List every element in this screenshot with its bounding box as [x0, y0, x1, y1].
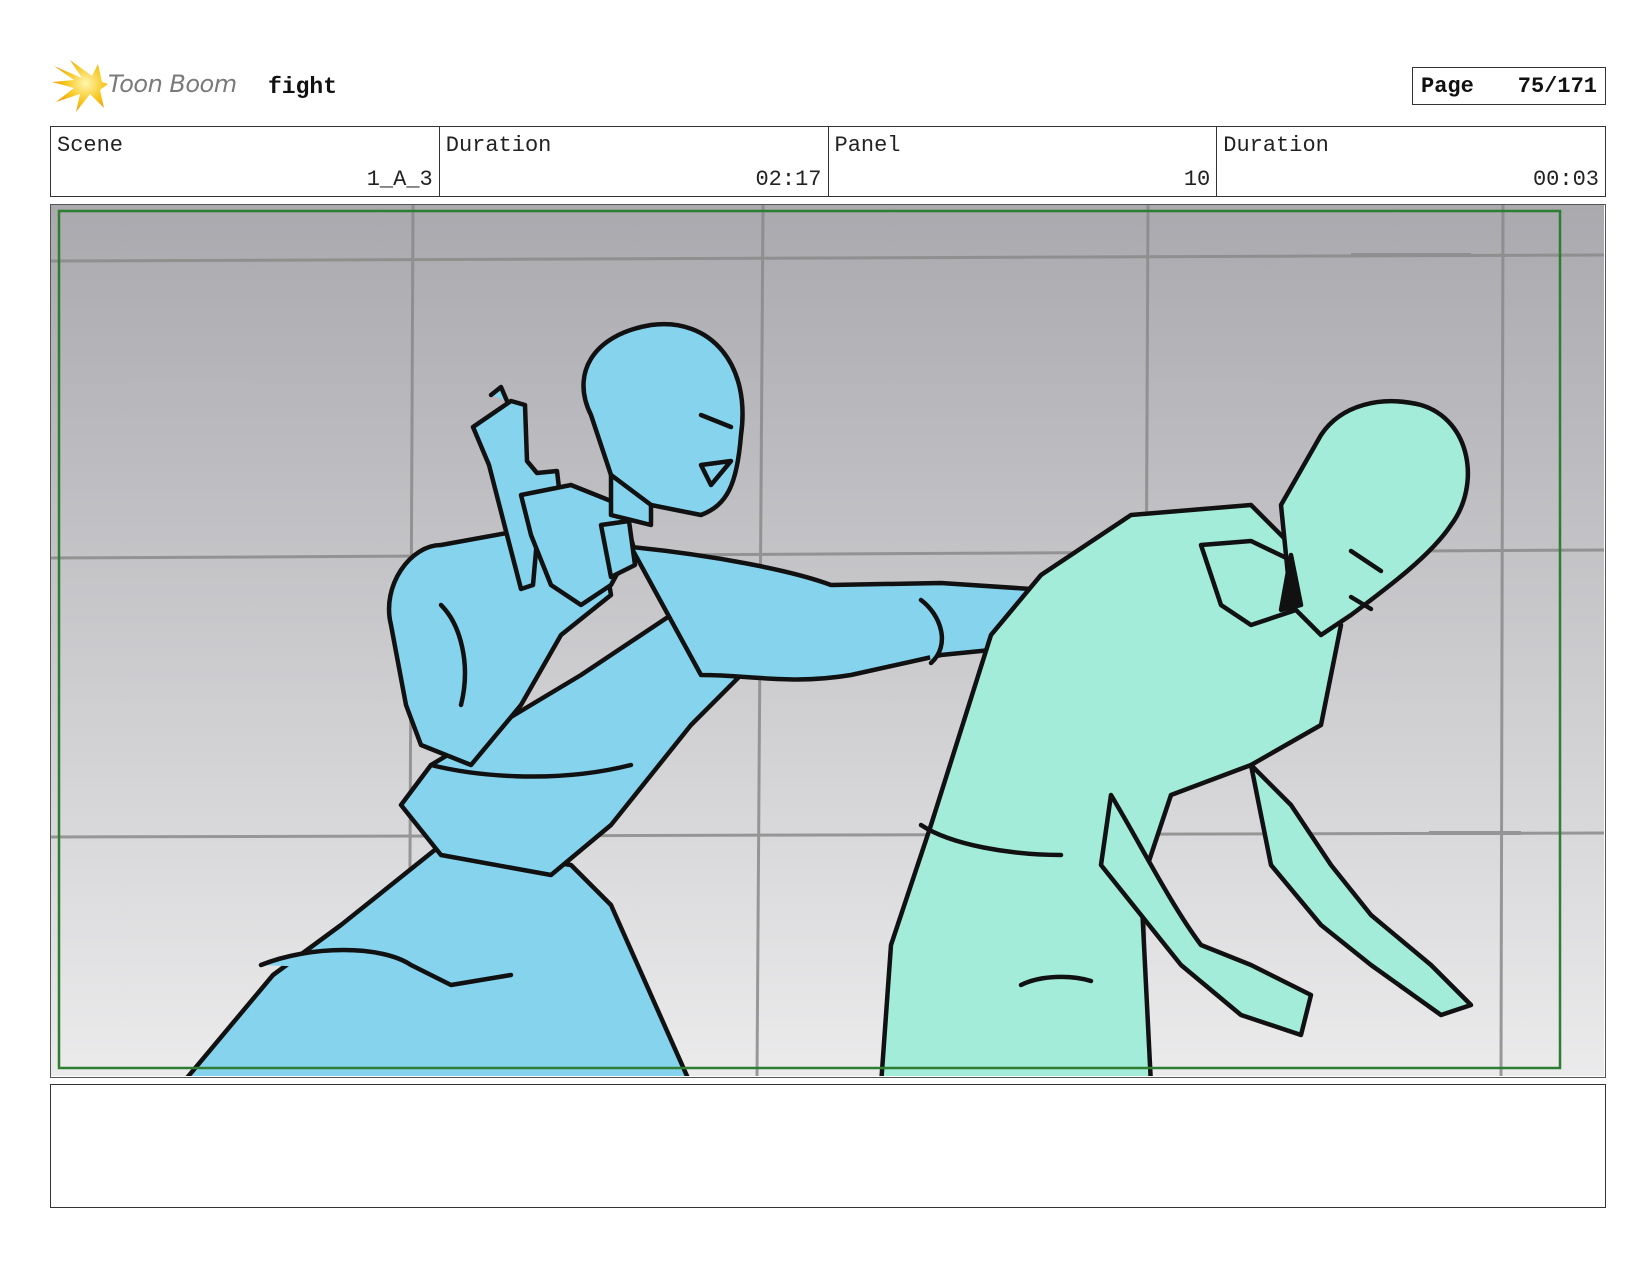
- info-row: Scene 1_A_3 Duration 02:17 Panel 10 Dura…: [50, 126, 1606, 197]
- scene-duration-label: Duration: [445, 133, 552, 158]
- scene-value: 1_A_3: [366, 167, 433, 192]
- page-indicator: Page 75/171: [1412, 67, 1606, 105]
- panel-duration-cell: Duration 00:03: [1217, 127, 1605, 196]
- project-title: fight: [268, 74, 338, 100]
- scene-cell: Scene 1_A_3: [51, 127, 440, 196]
- panel-notes[interactable]: [50, 1084, 1606, 1208]
- brand-name: Toon Boom: [108, 70, 237, 98]
- scene-label: Scene: [57, 133, 124, 158]
- panel-duration-value: 00:03: [1532, 167, 1599, 192]
- panel-cell: Panel 10: [829, 127, 1218, 196]
- storyboard-panel[interactable]: [50, 204, 1606, 1078]
- panel-label: Panel: [834, 133, 901, 158]
- panel-artwork: [51, 205, 1604, 1076]
- panel-value: 10: [1183, 167, 1211, 192]
- scene-duration-value: 02:17: [755, 167, 822, 192]
- page-value: 75/171: [1517, 73, 1597, 99]
- scene-duration-cell: Duration 02:17: [440, 127, 829, 196]
- page-label: Page: [1421, 73, 1474, 99]
- panel-duration-label: Duration: [1223, 133, 1329, 158]
